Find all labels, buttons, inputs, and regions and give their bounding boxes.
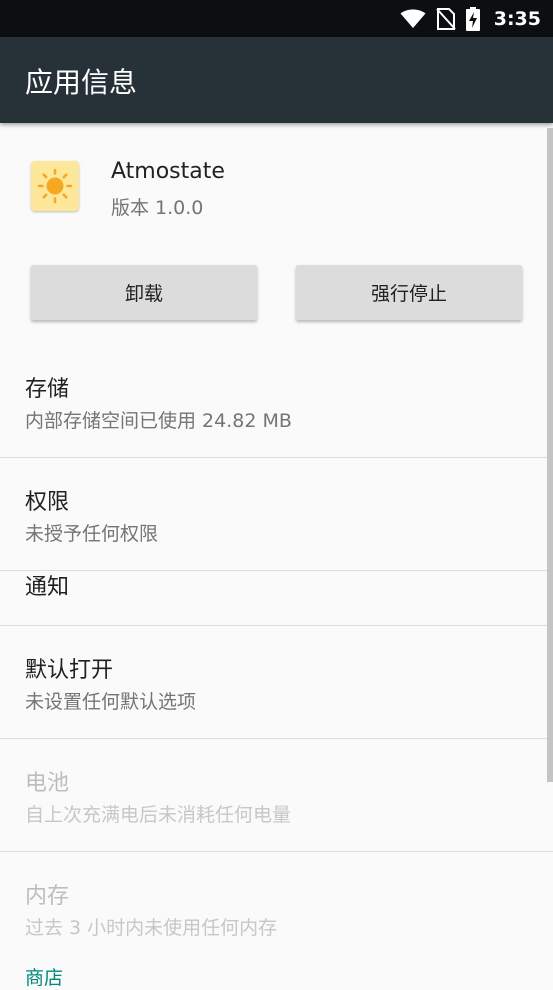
status-time: 3:35 [493,7,541,30]
page-title: 应用信息 [25,66,138,99]
memory-item: 内存 过去 3 小时内未使用任何内存 [0,852,553,957]
memory-subtitle: 过去 3 小时内未使用任何内存 [25,917,278,939]
storage-item[interactable]: 存储 内部存储空间已使用 24.82 MB [0,345,553,457]
sun-icon [37,168,73,204]
storage-subtitle: 内部存储空间已使用 24.82 MB [25,410,292,432]
uninstall-button[interactable]: 卸载 [31,265,257,320]
force-stop-button[interactable]: 强行停止 [296,265,522,320]
no-sim-icon [435,7,456,30]
notifications-title: 通知 [25,575,70,600]
notifications-item[interactable]: 通知 [0,571,553,625]
app-bar: 应用信息 [0,37,553,123]
permissions-subtitle: 未授予任何权限 [25,523,159,545]
app-name: Atmostate [111,159,225,184]
open-by-default-item[interactable]: 默认打开 未设置任何默认选项 [0,626,553,738]
wifi-icon [400,9,426,28]
store-section-header: 商店 [25,967,64,989]
permissions-item[interactable]: 权限 未授予任何权限 [0,458,553,570]
open-by-default-subtitle: 未设置任何默认选项 [25,691,197,713]
battery-subtitle: 自上次充满电后未消耗任何电量 [25,804,292,826]
status-bar: 3:35 [0,0,553,37]
memory-title: 内存 [25,884,70,909]
battery-item: 电池 自上次充满电后未消耗任何电量 [0,739,553,851]
scrollbar[interactable] [547,128,553,782]
status-icons: 3:35 [400,0,541,37]
app-version: 版本 1.0.0 [111,197,204,219]
app-icon [31,161,79,211]
open-by-default-title: 默认打开 [25,658,114,683]
storage-title: 存储 [25,377,70,402]
battery-charging-icon [465,6,480,31]
permissions-title: 权限 [25,490,70,515]
battery-title: 电池 [25,771,70,796]
